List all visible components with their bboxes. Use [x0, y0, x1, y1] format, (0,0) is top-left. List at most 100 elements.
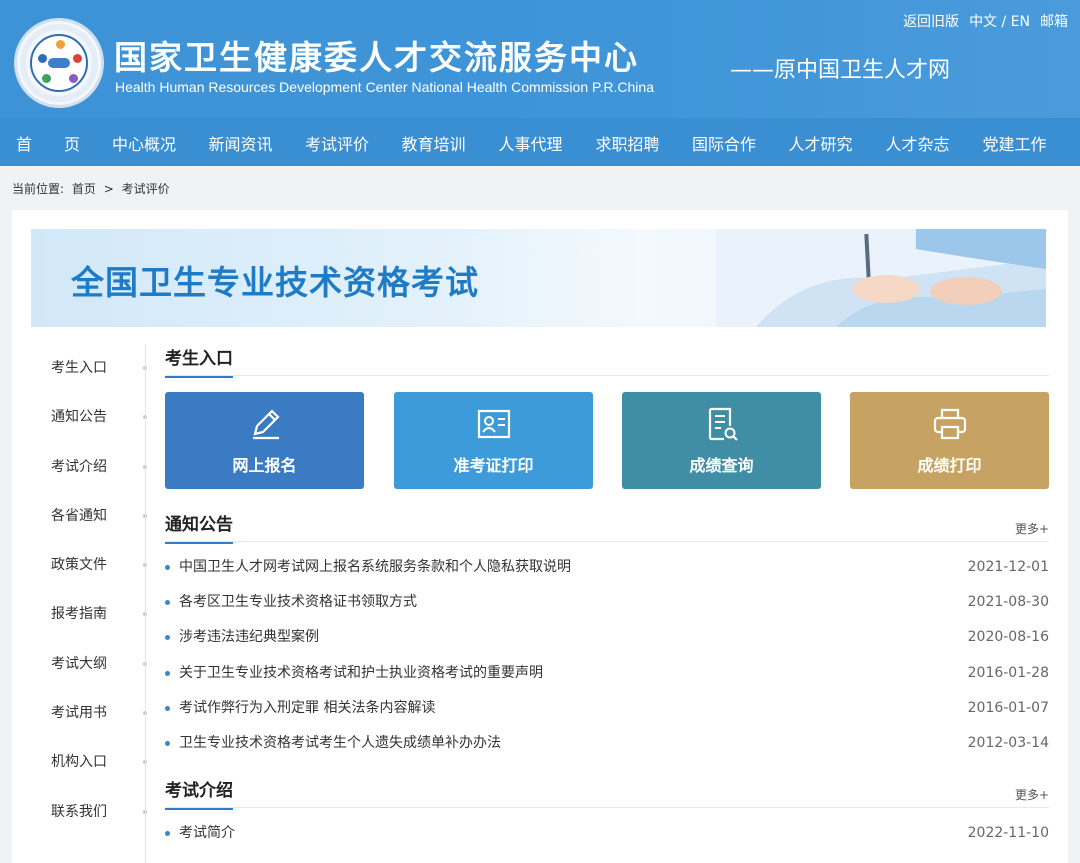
side-item-policy-docs[interactable]: 政策文件	[12, 541, 147, 590]
document-search-icon	[708, 407, 738, 441]
list-item-title: 涉考违法违纪典型案例	[179, 629, 319, 646]
back-to-old-version-link[interactable]: 返回旧版	[903, 11, 959, 31]
list-item[interactable]: 关于卫生专业技术资格考试和护士执业资格考试的重要声明 2016-01-28	[165, 656, 1049, 691]
bullet	[165, 670, 170, 676]
side-item-label: 联系我们	[51, 803, 107, 820]
list-item-title: 各考区卫生专业技术资格证书领取方式	[179, 594, 417, 611]
side-item-label: 考生入口	[51, 360, 107, 376]
main-nav: 首 页 中心概况 新闻资讯 考试评价 教育培训 人事代理 求职招聘 国际合作 人…	[0, 123, 1080, 166]
section-title: 通知公告	[165, 510, 233, 544]
logo-dot	[69, 74, 78, 83]
side-item-label: 政策文件	[51, 557, 107, 574]
side-item-label: 考试介绍	[51, 458, 107, 475]
bullet	[165, 831, 170, 837]
nav-item-international[interactable]: 国际合作	[676, 123, 772, 166]
mailbox-link[interactable]: 邮箱	[1040, 11, 1068, 31]
list-item-title: 考试简介	[179, 825, 235, 842]
bullet	[165, 740, 170, 746]
notices-list: 中国卫生人才网考试网上报名系统服务条款和个人隐私获取说明 2021-12-01 各…	[165, 550, 1049, 761]
breadcrumb-home-link[interactable]: 首页	[72, 182, 96, 196]
section-header-entry: 考生入口	[165, 340, 1049, 378]
nav-item-exams[interactable]: 考试评价	[289, 123, 385, 166]
side-item-contact-us[interactable]: 联系我们	[12, 788, 147, 837]
list-item-title: 考试作弊行为入刑定罪 相关法条内容解读	[179, 699, 436, 716]
side-divider	[145, 344, 146, 863]
bullet	[165, 600, 170, 606]
side-item-exam-books[interactable]: 考试用书	[12, 689, 147, 738]
breadcrumb-separator: >	[103, 182, 114, 196]
nav-item-training[interactable]: 教育培训	[385, 123, 482, 166]
list-item[interactable]: 中国卫生人才网考试网上报名系统服务条款和个人隐私获取说明 2021-12-01	[165, 550, 1049, 585]
section-title: 考试介绍	[165, 776, 233, 811]
main-panel: 全国卫生专业技术资格考试 考生入口 通知公告 考试介绍 各省通知 政策文件 报考…	[12, 210, 1068, 863]
bullet	[165, 635, 170, 641]
list-item-date: 2020-08-16	[967, 629, 1049, 646]
list-item-date: 2016-01-28	[967, 664, 1049, 681]
side-item-syllabus[interactable]: 考试大纲	[12, 640, 147, 689]
header-banner: 国家卫生健康委人才交流服务中心 Health Human Resources D…	[0, 0, 1080, 118]
nav-item-news[interactable]: 新闻资讯	[192, 123, 289, 166]
intro-more-link[interactable]: 更多+	[1015, 786, 1049, 803]
tile-label: 网上报名	[232, 456, 297, 475]
side-item-label: 报考指南	[51, 606, 107, 623]
tile-label: 成绩打印	[917, 456, 982, 475]
nav-item-magazine[interactable]: 人才杂志	[869, 123, 966, 166]
tile-label: 准考证打印	[453, 456, 534, 475]
printer-icon	[933, 408, 967, 440]
tile-label: 成绩查询	[689, 456, 754, 475]
admission-ticket-print-button[interactable]: 准考证打印	[394, 392, 593, 489]
side-item-exam-intro[interactable]: 考试介绍	[12, 443, 147, 492]
nav-item-home[interactable]: 首 页	[0, 123, 96, 166]
section-header-intro: 考试介绍 更多+	[165, 772, 1049, 811]
nav-item-about[interactable]: 中心概况	[96, 123, 192, 166]
score-print-button[interactable]: 成绩打印	[850, 392, 1049, 489]
site-title: 国家卫生健康委人才交流服务中心	[114, 38, 639, 77]
banner-title: 全国卫生专业技术资格考试	[71, 263, 479, 302]
logo-dot	[73, 54, 82, 63]
list-item-title: 关于卫生专业技术资格考试和护士执业资格考试的重要声明	[179, 664, 543, 681]
list-item[interactable]: 卫生专业技术资格考试考生个人遗失成绩单补办办法 2012-03-14	[165, 726, 1049, 761]
list-item[interactable]: 考试简介 2022-11-10	[165, 816, 1049, 851]
side-item-label: 各省通知	[51, 507, 107, 524]
list-item[interactable]: 涉考违法违纪典型案例 2020-08-16	[165, 620, 1049, 655]
side-item-candidate-entry[interactable]: 考生入口	[12, 344, 147, 393]
logo-dot	[42, 74, 51, 83]
list-item-date: 2021-12-01	[967, 559, 1049, 575]
nav-item-party[interactable]: 党建工作	[966, 123, 1063, 166]
exam-banner: 全国卫生专业技术资格考试	[31, 229, 1046, 327]
side-item-label: 通知公告	[51, 409, 107, 426]
bullet	[165, 565, 170, 570]
list-item-date: 2022-11-10	[967, 825, 1049, 842]
id-card-icon	[477, 409, 511, 439]
side-item-notices[interactable]: 通知公告	[12, 393, 147, 442]
breadcrumb-label: 当前位置:	[12, 182, 65, 196]
online-registration-button[interactable]: 网上报名	[165, 392, 364, 489]
nav-item-jobs[interactable]: 求职招聘	[579, 123, 676, 166]
language-switch-link[interactable]: 中文 / EN	[969, 11, 1030, 31]
list-item-date: 2012-03-14	[967, 734, 1049, 751]
nav-item-research[interactable]: 人才研究	[772, 123, 869, 166]
site-logo[interactable]	[14, 18, 104, 108]
nav-item-personnel[interactable]: 人事代理	[482, 123, 579, 166]
side-item-provincial-notices[interactable]: 各省通知	[12, 492, 147, 541]
logo-emblem	[30, 34, 88, 92]
entry-tiles: 网上报名 准考证打印 成绩查询 成绩打印	[165, 392, 1049, 502]
side-item-registration-guide[interactable]: 报考指南	[12, 590, 147, 639]
list-item-date: 2016-01-07	[967, 699, 1049, 716]
banner-illustration	[716, 229, 1046, 327]
site-subtitle-en: Health Human Resources Development Cente…	[115, 79, 654, 95]
bullet	[165, 705, 170, 711]
top-links: 返回旧版 中文 / EN 邮箱	[903, 11, 1068, 31]
side-item-label: 机构入口	[51, 754, 107, 771]
list-item[interactable]: 各考区卫生专业技术资格证书领取方式 2021-08-30	[165, 585, 1049, 620]
logo-center	[48, 58, 70, 68]
notices-more-link[interactable]: 更多+	[1015, 520, 1049, 537]
breadcrumb-current: 考试评价	[121, 182, 170, 196]
side-menu: 考生入口 通知公告 考试介绍 各省通知 政策文件 报考指南 考试大纲 考试用书 …	[12, 344, 147, 837]
side-item-institution-entry[interactable]: 机构入口	[12, 738, 147, 787]
score-query-button[interactable]: 成绩查询	[622, 392, 821, 489]
section-header-notices: 通知公告 更多+	[165, 506, 1049, 544]
list-item[interactable]: 考试作弊行为入刑定罪 相关法条内容解读 2016-01-07	[165, 691, 1049, 726]
list-item-title: 卫生专业技术资格考试考生个人遗失成绩单补办办法	[179, 734, 501, 751]
section-title: 考生入口	[165, 344, 233, 378]
